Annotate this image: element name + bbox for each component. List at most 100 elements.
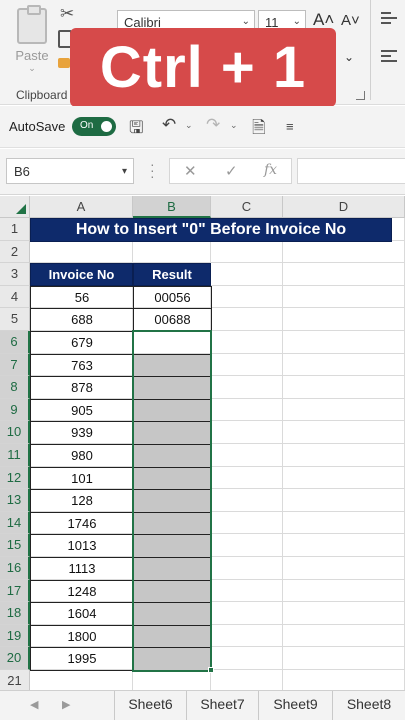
autosave-toggle[interactable]: On xyxy=(72,117,116,136)
column-header-d[interactable]: D xyxy=(283,196,405,218)
invoice-cell[interactable]: 1248 xyxy=(30,579,134,604)
chevron-right-icon[interactable]: ▶ xyxy=(62,698,70,711)
grid-cell[interactable] xyxy=(283,579,405,603)
grid-cell[interactable] xyxy=(211,534,283,557)
invoice-cell[interactable]: 1604 xyxy=(30,602,134,626)
chevron-down-icon[interactable]: ⌄ xyxy=(230,120,238,131)
grid-cell[interactable] xyxy=(283,602,405,625)
selected-cell[interactable] xyxy=(133,511,212,536)
redo-icon[interactable]: ↷ xyxy=(206,115,220,135)
invoice-cell[interactable]: 763 xyxy=(30,353,134,378)
grid-cell[interactable] xyxy=(211,353,283,377)
tab-sheet6[interactable]: Sheet6 xyxy=(114,691,186,720)
grid-cell[interactable] xyxy=(283,421,405,444)
chevron-left-icon[interactable]: ◀ xyxy=(30,698,38,711)
grid-cell[interactable] xyxy=(283,557,405,580)
cut-icon[interactable]: ✂ xyxy=(60,4,74,24)
dialog-launcher-icon[interactable] xyxy=(356,91,365,100)
row-header-2[interactable]: 2 xyxy=(0,240,30,264)
grid-cell[interactable] xyxy=(283,331,405,354)
grid-cell[interactable] xyxy=(283,647,405,670)
row-header-8[interactable]: 8 xyxy=(0,376,30,399)
row-header-18[interactable]: 18 xyxy=(0,602,30,625)
selected-cell[interactable] xyxy=(133,444,212,468)
row-header-17[interactable]: 17 xyxy=(0,579,30,603)
row-header-9[interactable]: 9 xyxy=(0,398,30,422)
column-header-c[interactable]: C xyxy=(211,196,283,218)
grid-cell[interactable] xyxy=(211,624,283,648)
result-cell[interactable]: 00056 xyxy=(133,285,212,310)
customize-toolbar-icon[interactable]: ≡ xyxy=(286,119,294,134)
grid-cell[interactable] xyxy=(283,376,405,399)
row-header-3[interactable]: 3 xyxy=(0,263,30,286)
grid-cell[interactable] xyxy=(30,670,133,690)
row-header-10[interactable]: 10 xyxy=(0,421,30,444)
selected-cell[interactable] xyxy=(133,398,212,423)
column-header-a[interactable]: A xyxy=(30,196,133,218)
tab-sheet8[interactable]: Sheet8 xyxy=(332,691,405,720)
save-icon[interactable]: 🖫 xyxy=(129,115,143,144)
undo-icon[interactable]: ↶ xyxy=(162,115,176,135)
invoice-cell[interactable]: 688 xyxy=(30,308,134,332)
grid-cell[interactable] xyxy=(211,263,283,286)
grid-cell[interactable] xyxy=(211,647,283,670)
grid-cell[interactable] xyxy=(283,444,405,467)
grid-cell[interactable] xyxy=(211,376,283,399)
selected-cell[interactable] xyxy=(133,579,212,604)
tab-sheet7[interactable]: Sheet7 xyxy=(186,691,258,720)
invoice-cell[interactable]: 905 xyxy=(30,398,134,423)
grid-cell[interactable] xyxy=(133,240,211,264)
splitter-handle[interactable]: · · · xyxy=(150,157,155,183)
invoice-cell[interactable]: 679 xyxy=(30,331,134,355)
align-top-icon[interactable] xyxy=(381,12,397,27)
invoice-cell[interactable]: 1800 xyxy=(30,624,134,649)
grid-cell[interactable] xyxy=(211,308,283,331)
row-header-5[interactable]: 5 xyxy=(0,308,30,331)
invoice-cell[interactable]: 1746 xyxy=(30,511,134,536)
increase-font-size-icon[interactable]: A˄ xyxy=(313,10,334,30)
decrease-font-size-icon[interactable]: A˅ xyxy=(341,12,360,29)
selected-cell[interactable] xyxy=(133,647,212,671)
grid-cell[interactable] xyxy=(211,579,283,603)
invoice-cell[interactable]: 128 xyxy=(30,489,134,513)
grid-cell[interactable] xyxy=(211,511,283,535)
selected-cell[interactable] xyxy=(133,421,212,445)
selected-cell[interactable] xyxy=(133,466,212,491)
chevron-down-icon[interactable]: ⌄ xyxy=(344,50,354,64)
grid-cell[interactable] xyxy=(211,489,283,512)
insert-function-icon[interactable]: fx xyxy=(264,162,277,178)
grid-cell[interactable] xyxy=(211,421,283,444)
grid-cell[interactable] xyxy=(211,285,283,309)
row-header-6[interactable]: 6 xyxy=(0,331,30,354)
selected-cell[interactable] xyxy=(133,353,212,378)
tab-sheet9[interactable]: Sheet9 xyxy=(258,691,332,720)
row-header-11[interactable]: 11 xyxy=(0,444,30,467)
selected-cell[interactable] xyxy=(133,489,212,513)
grid-cell[interactable] xyxy=(133,670,211,690)
grid-cell[interactable] xyxy=(283,534,405,557)
invoice-cell[interactable]: 1113 xyxy=(30,557,134,581)
grid-cell[interactable] xyxy=(211,466,283,490)
selected-cell[interactable] xyxy=(133,624,212,649)
paste-button[interactable]: Paste ⌄ xyxy=(10,4,54,74)
grid-cell[interactable] xyxy=(283,240,405,264)
format-painter-icon[interactable] xyxy=(58,58,70,68)
selected-cell[interactable] xyxy=(133,602,212,626)
invoice-cell[interactable]: 101 xyxy=(30,466,134,491)
row-header-15[interactable]: 15 xyxy=(0,534,30,557)
fill-handle[interactable] xyxy=(208,667,214,673)
invoice-cell[interactable]: 56 xyxy=(30,285,134,310)
row-header-21[interactable]: 21 xyxy=(0,670,30,690)
row-header-20[interactable]: 20 xyxy=(0,647,30,670)
grid-cell[interactable] xyxy=(211,670,283,690)
row-header-7[interactable]: 7 xyxy=(0,353,30,377)
grid-cell[interactable] xyxy=(30,240,133,264)
column-header-b[interactable]: B xyxy=(133,196,211,218)
grid-cell[interactable] xyxy=(283,308,405,331)
selected-cell[interactable] xyxy=(133,376,212,400)
invoice-cell[interactable]: 1013 xyxy=(30,534,134,558)
print-preview-icon[interactable]: 🗎 xyxy=(252,115,266,144)
invoice-cell[interactable]: 878 xyxy=(30,376,134,400)
selected-cell[interactable] xyxy=(133,331,212,355)
enter-icon[interactable]: ✓ xyxy=(225,162,238,180)
